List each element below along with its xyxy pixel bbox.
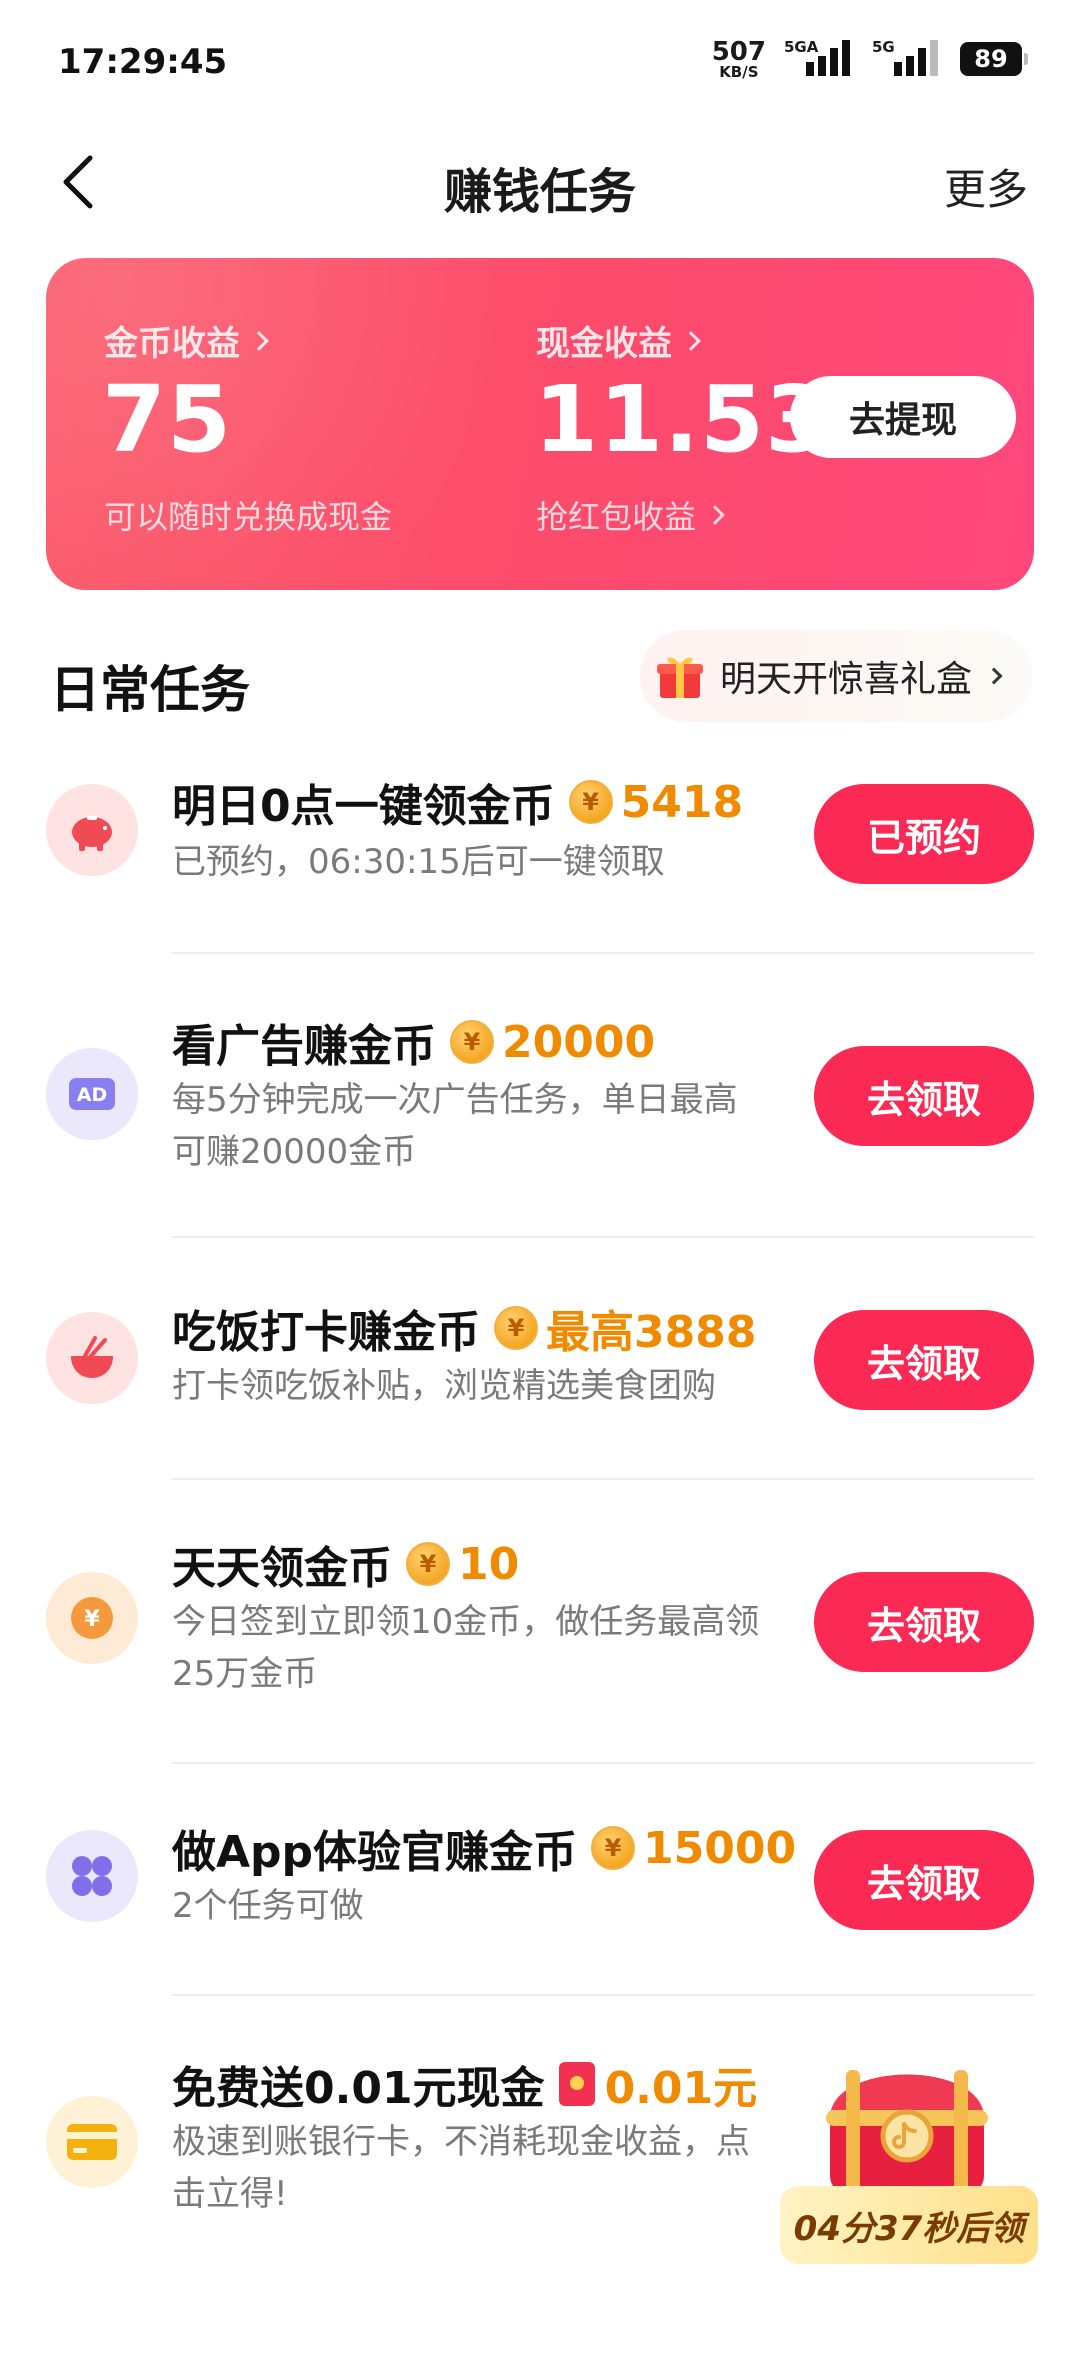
task-description: 已预约，06:30:15后可一键领取 <box>172 842 665 882</box>
task-title-line: 吃饭打卡赚金币 ¥ 最高3888 <box>172 1296 756 1360</box>
task-description: 极速到账银行卡，不消耗现金收益，点击立得! <box>172 2122 750 2214</box>
coin-earnings-link[interactable]: 金币收益 <box>104 316 269 365</box>
status-indicators: 507 KB/S 5GA 5G 89 <box>712 38 1028 80</box>
task-title-line: 做App体验官赚金币 ¥ 15000 <box>172 1816 796 1880</box>
battery-level: 89 <box>974 45 1008 73</box>
cash-earnings-label: 现金收益 <box>536 324 672 364</box>
task-title-line: 明日0点一键领金币 ¥ 5418 <box>172 770 743 834</box>
divider <box>172 1236 1034 1238</box>
coin-earnings-value: 75 <box>102 366 233 473</box>
status-time: 17:29:45 <box>58 42 228 82</box>
daily-tasks-title: 日常任务 <box>50 661 250 719</box>
signal-5ga-label: 5GA <box>784 38 819 56</box>
chevron-right-icon <box>705 505 725 525</box>
gold-coin-icon: ¥ <box>568 780 613 824</box>
bowl-icon <box>46 1312 138 1404</box>
signal-5g-label: 5G <box>872 38 895 56</box>
task-description: 今日签到立即领10金币，做任务最高领25万金币 <box>172 1602 760 1694</box>
chevron-right-icon <box>985 667 1003 685</box>
more-button[interactable]: 更多 <box>944 156 1028 217</box>
task-title-line: 免费送0.01元现金 0.01元 <box>172 2052 757 2116</box>
bank-card-icon <box>46 2096 138 2188</box>
task-reward: 5418 <box>620 776 744 828</box>
withdraw-button[interactable]: 去提现 <box>790 376 1016 458</box>
gold-coin-icon: ¥ <box>494 1306 538 1350</box>
reserved-button[interactable]: 已预约 <box>814 784 1034 884</box>
divider <box>172 1762 1034 1764</box>
red-packet-earnings-link[interactable]: 抢红包收益 <box>536 492 725 538</box>
task-title: 吃饭打卡赚金币 <box>172 1307 480 1358</box>
surprise-gift-button[interactable]: 明天开惊喜礼盒 <box>640 630 1032 722</box>
gift-box-icon <box>654 650 706 702</box>
yuan-coin-icon: ¥ <box>46 1572 138 1664</box>
chevron-right-icon <box>249 330 269 351</box>
apps-grid-icon <box>46 1830 138 1922</box>
task-reward: 15000 <box>643 1822 797 1874</box>
chest-countdown-badge[interactable]: 04分37秒后领 <box>780 2186 1038 2264</box>
page-title: 赚钱任务 <box>443 164 636 220</box>
nav-bar: 赚钱任务 更多 <box>0 130 1080 240</box>
network-speed: 507 KB/S <box>712 39 766 80</box>
task-title-line: 看广告赚金币 ¥ 20000 <box>172 1010 655 1074</box>
claim-button[interactable]: 去领取 <box>814 1572 1034 1672</box>
task-title: 看广告赚金币 <box>172 1021 436 1072</box>
cash-earnings-link[interactable]: 现金收益 <box>536 316 701 365</box>
network-speed-value: 507 <box>711 36 766 67</box>
status-bar: 17:29:45 507 KB/S 5GA 5G 89 <box>0 0 1080 120</box>
claim-button[interactable]: 去领取 <box>814 1830 1034 1930</box>
task-title: 明日0点一键领金币 <box>172 781 555 832</box>
divider <box>172 1994 1034 1996</box>
task-reward: 20000 <box>502 1016 656 1068</box>
gold-coin-icon: ¥ <box>591 1826 636 1870</box>
task-reward: 0.01元 <box>604 2063 758 2114</box>
task-description: 每5分钟完成一次广告任务，单日最高可赚20000金币 <box>172 1080 738 1172</box>
coin-earnings-label: 金币收益 <box>104 324 240 364</box>
red-packet-icon <box>558 2062 595 2106</box>
treasure-chest-icon[interactable] <box>812 2040 1002 2210</box>
divider <box>172 1478 1034 1480</box>
network-speed-unit: KB/S <box>719 62 759 81</box>
signal-5ga-icon: 5GA <box>784 38 854 80</box>
task-reward: 最高3888 <box>546 1307 757 1358</box>
task-title: 天天领金币 <box>172 1543 392 1594</box>
svg-text:¥: ¥ <box>84 1607 100 1632</box>
task-description: 打卡领吃饭补贴，浏览精选美食团购 <box>172 1366 716 1406</box>
task-title: 做App体验官赚金币 <box>172 1827 578 1878</box>
divider <box>172 952 1034 954</box>
signal-5g-icon: 5G <box>872 38 942 80</box>
battery-icon: 89 <box>960 42 1028 76</box>
gold-coin-icon: ¥ <box>406 1542 450 1586</box>
gold-coin-icon: ¥ <box>450 1020 494 1064</box>
piggy-bank-icon <box>46 784 138 876</box>
cash-earnings-value: 11.53 <box>534 366 831 473</box>
earnings-card: 金币收益 75 可以随时兑换成现金 现金收益 11.53 抢红包收益 去提现 <box>46 258 1034 590</box>
coin-earnings-hint: 可以随时兑换成现金 <box>104 498 393 536</box>
svg-text:AD: AD <box>77 1084 107 1106</box>
red-packet-earnings-label: 抢红包收益 <box>536 498 697 536</box>
task-title-line: 天天领金币 ¥ 10 <box>172 1532 519 1596</box>
surprise-gift-label: 明天开惊喜礼盒 <box>720 659 973 700</box>
task-title: 免费送0.01元现金 <box>172 2063 545 2114</box>
claim-button[interactable]: 去领取 <box>814 1046 1034 1146</box>
ad-icon: AD <box>46 1048 138 1140</box>
claim-button[interactable]: 去领取 <box>814 1310 1034 1410</box>
task-description: 2个任务可做 <box>172 1886 364 1926</box>
chevron-right-icon <box>681 330 701 351</box>
task-reward: 10 <box>458 1538 520 1590</box>
